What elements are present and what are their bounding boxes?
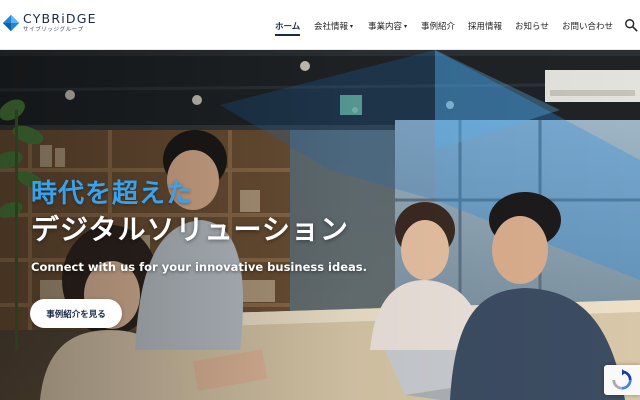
site-logo[interactable]: CYBRiDGE サイブリッジグループ [2,11,97,33]
nav-item-cases[interactable]: 事例紹介 [421,20,455,32]
nav-item-home[interactable]: ホーム [275,20,301,36]
chevron-down-icon: ▾ [350,23,354,30]
main-nav: ホーム 会社情報 ▾ 事業内容 ▾ 事例紹介 採用情報 お知らせ お問い合わせ [270,0,640,50]
hero-tagline: Connect with us for your innovative busi… [31,260,368,274]
logo-mark-icon [2,14,20,32]
logo-subtitle: サイブリッジグループ [23,26,84,33]
nav-item-news[interactable]: お知らせ [515,20,549,32]
site-header: CYBRiDGE サイブリッジグループ ホーム 会社情報 ▾ 事業内容 ▾ 事例紹介… [0,0,640,50]
search-icon[interactable] [624,18,638,32]
logo-name: CYBRiDGE [23,11,97,26]
hero-section: 時代を超えた デジタルソリューション Connect with us for y… [0,50,640,400]
nav-item-recruit[interactable]: 採用情報 [468,20,502,32]
chevron-down-icon: ▾ [404,23,408,30]
nav-item-company[interactable]: 会社情報 ▾ [314,20,353,32]
nav-item-contact[interactable]: お問い合わせ [562,20,613,32]
recaptcha-icon [612,369,632,390]
nav-item-business[interactable]: 事業内容 ▾ [368,20,407,32]
recaptcha-badge[interactable] [604,365,640,395]
view-cases-button[interactable]: 事例紹介を見る [30,299,122,328]
hero-headline-line1: 時代を超えた [31,179,194,209]
hero-headline-line2: デジタルソリューション [31,213,349,246]
